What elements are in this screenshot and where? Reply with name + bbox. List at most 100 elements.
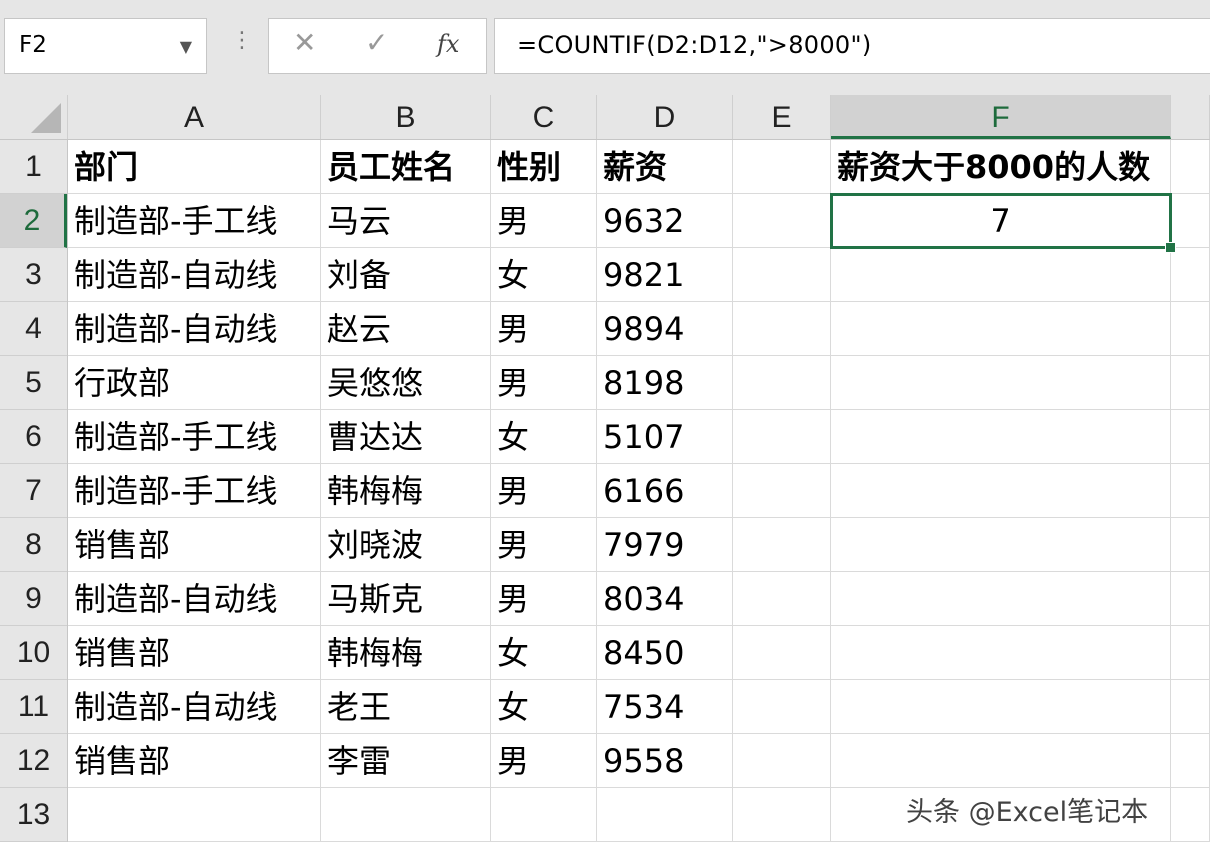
table-cell[interactable]: 销售部: [68, 626, 321, 680]
formula-input[interactable]: =COUNTIF(D2:D12,">8000"): [494, 18, 1210, 74]
cell[interactable]: [831, 248, 1171, 302]
cell[interactable]: [733, 410, 831, 464]
table-cell[interactable]: 刘晓波: [321, 518, 491, 572]
table-cell[interactable]: 刘备: [321, 248, 491, 302]
name-box[interactable]: F2 ▼: [4, 18, 207, 74]
table-cell[interactable]: 制造部-自动线: [68, 248, 321, 302]
cell[interactable]: [1171, 572, 1210, 626]
table-cell[interactable]: 销售部: [68, 734, 321, 788]
table-cell[interactable]: 制造部-手工线: [68, 194, 321, 248]
table-cell[interactable]: 赵云: [321, 302, 491, 356]
table-cell[interactable]: 女: [491, 626, 597, 680]
row-header-9[interactable]: 9: [0, 572, 67, 626]
cell[interactable]: [1171, 626, 1210, 680]
table-cell[interactable]: 8450: [597, 626, 733, 680]
table-cell[interactable]: 9558: [597, 734, 733, 788]
row-header-12[interactable]: 12: [0, 734, 67, 788]
cell[interactable]: [831, 734, 1171, 788]
row-header-2[interactable]: 2: [0, 194, 67, 248]
table-cell[interactable]: 7534: [597, 680, 733, 734]
summary-label-cell[interactable]: 薪资大于8000的人数: [831, 140, 1171, 194]
table-cell[interactable]: 制造部-自动线: [68, 572, 321, 626]
table-cell[interactable]: 男: [491, 734, 597, 788]
table-cell[interactable]: 老王: [321, 680, 491, 734]
cell[interactable]: [491, 788, 597, 842]
table-cell[interactable]: 马云: [321, 194, 491, 248]
drag-handle-icon[interactable]: ⋮: [231, 30, 253, 52]
insert-function-icon[interactable]: fx: [437, 32, 459, 56]
table-cell[interactable]: 制造部-手工线: [68, 410, 321, 464]
row-header-1[interactable]: 1: [0, 140, 67, 194]
table-cell[interactable]: 销售部: [68, 518, 321, 572]
table-cell[interactable]: 5107: [597, 410, 733, 464]
cell[interactable]: [733, 572, 831, 626]
table-header-cell[interactable]: 部门: [68, 140, 321, 194]
table-cell[interactable]: 8198: [597, 356, 733, 410]
column-header-f[interactable]: F: [831, 95, 1171, 139]
table-cell[interactable]: 9894: [597, 302, 733, 356]
table-cell[interactable]: 男: [491, 356, 597, 410]
table-cell[interactable]: 女: [491, 680, 597, 734]
cell[interactable]: [733, 464, 831, 518]
table-cell[interactable]: 韩梅梅: [321, 464, 491, 518]
cell[interactable]: [733, 734, 831, 788]
cell[interactable]: [1171, 788, 1210, 842]
cell[interactable]: [733, 194, 831, 248]
table-cell[interactable]: 曹达达: [321, 410, 491, 464]
column-header-e[interactable]: E: [733, 95, 831, 139]
cell[interactable]: [1171, 464, 1210, 518]
table-header-cell[interactable]: 员工姓名: [321, 140, 491, 194]
cell[interactable]: [831, 464, 1171, 518]
cell[interactable]: [733, 140, 831, 194]
table-cell[interactable]: 女: [491, 248, 597, 302]
cell[interactable]: [597, 788, 733, 842]
cell[interactable]: [733, 788, 831, 842]
cell[interactable]: [831, 680, 1171, 734]
table-cell[interactable]: 6166: [597, 464, 733, 518]
table-cell[interactable]: 9632: [597, 194, 733, 248]
chevron-down-icon[interactable]: ▼: [180, 37, 192, 56]
cell[interactable]: [733, 680, 831, 734]
table-cell[interactable]: 男: [491, 572, 597, 626]
cell[interactable]: [733, 248, 831, 302]
cell[interactable]: [1171, 680, 1210, 734]
table-cell[interactable]: 制造部-自动线: [68, 302, 321, 356]
cell[interactable]: [1171, 518, 1210, 572]
cell[interactable]: [1171, 194, 1210, 248]
column-header-c[interactable]: C: [491, 95, 597, 139]
cell[interactable]: [68, 788, 321, 842]
row-header-13[interactable]: 13: [0, 788, 67, 842]
table-cell[interactable]: 吴悠悠: [321, 356, 491, 410]
cell[interactable]: [831, 356, 1171, 410]
cell[interactable]: [831, 626, 1171, 680]
row-header-6[interactable]: 6: [0, 410, 67, 464]
cell[interactable]: [1171, 140, 1210, 194]
table-cell[interactable]: 9821: [597, 248, 733, 302]
cell[interactable]: [1171, 302, 1210, 356]
table-cell[interactable]: 李雷: [321, 734, 491, 788]
cell[interactable]: [831, 518, 1171, 572]
column-header-d[interactable]: D: [597, 95, 733, 139]
cell[interactable]: [733, 356, 831, 410]
cell[interactable]: [733, 518, 831, 572]
table-cell[interactable]: 制造部-自动线: [68, 680, 321, 734]
cell[interactable]: [321, 788, 491, 842]
check-icon[interactable]: ✓: [365, 29, 388, 57]
row-header-5[interactable]: 5: [0, 356, 67, 410]
row-header-7[interactable]: 7: [0, 464, 67, 518]
table-cell[interactable]: 男: [491, 194, 597, 248]
table-cell[interactable]: 行政部: [68, 356, 321, 410]
table-cell[interactable]: 7979: [597, 518, 733, 572]
row-header-3[interactable]: 3: [0, 248, 67, 302]
cancel-icon[interactable]: ✕: [293, 29, 316, 57]
cell[interactable]: [1171, 356, 1210, 410]
cell[interactable]: [733, 626, 831, 680]
table-cell[interactable]: 8034: [597, 572, 733, 626]
select-all-button[interactable]: [0, 95, 68, 139]
table-cell[interactable]: 男: [491, 464, 597, 518]
cell[interactable]: [733, 302, 831, 356]
column-header-a[interactable]: A: [68, 95, 321, 139]
table-cell[interactable]: 马斯克: [321, 572, 491, 626]
table-header-cell[interactable]: 薪资: [597, 140, 733, 194]
row-header-11[interactable]: 11: [0, 680, 67, 734]
